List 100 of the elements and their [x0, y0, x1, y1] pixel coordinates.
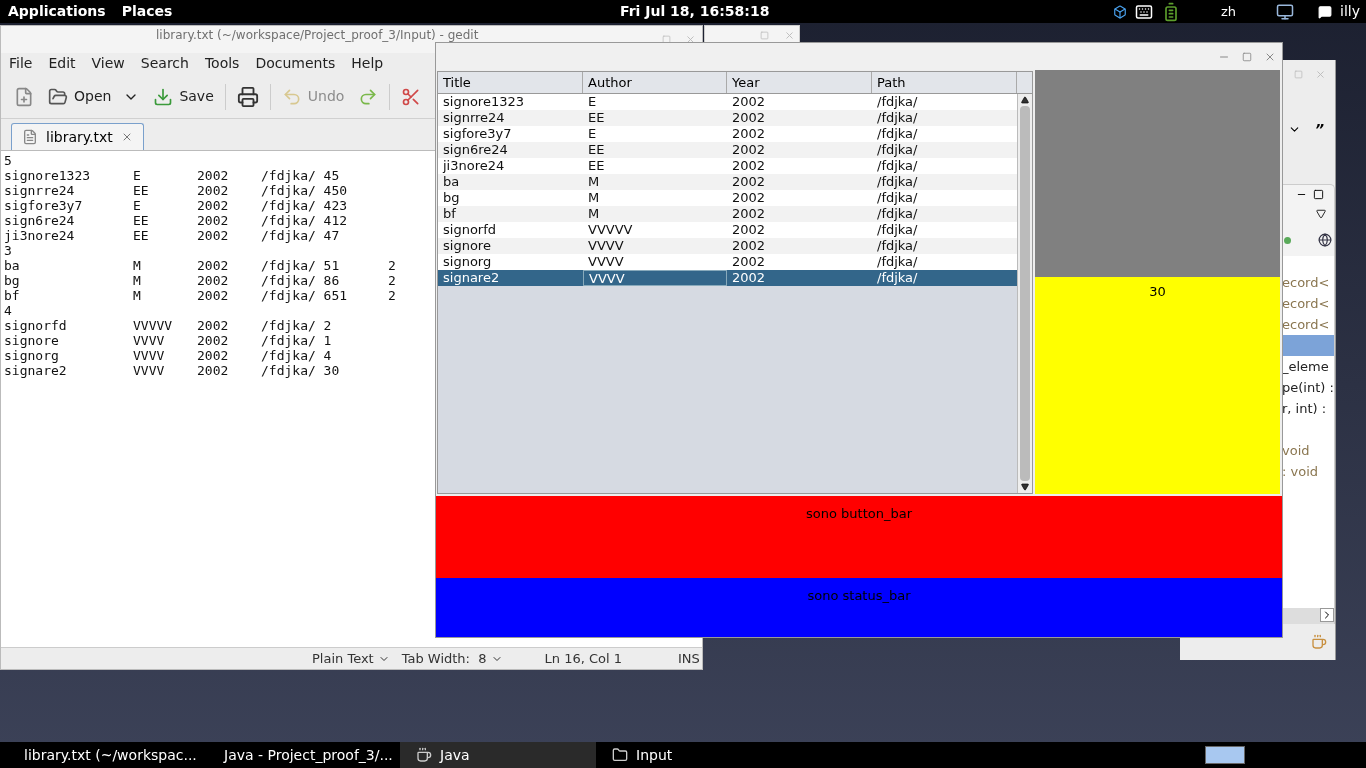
network-icon[interactable] — [1276, 2, 1295, 21]
outline-item[interactable]: ecord< — [1282, 272, 1330, 293]
table-cell-text: /fdjka/ — [876, 206, 919, 222]
tab-width-dropdown[interactable]: Tab Width: 8 — [401, 648, 503, 669]
outline-item[interactable]: ecord< — [1282, 293, 1330, 314]
table-row[interactable]: ji3nore24 EE 2002 /fdjka/ — [438, 158, 1017, 174]
taskbar-item[interactable]: Java — [400, 742, 596, 768]
column-header[interactable]: Author — [583, 72, 727, 93]
new-document-icon — [14, 86, 34, 107]
table-row[interactable]: signorfd VVVVV 2002 /fdjka/ — [438, 222, 1017, 238]
maximize-icon[interactable] — [1313, 189, 1324, 200]
column-header[interactable]: Title — [438, 72, 583, 93]
keyboard-icon[interactable] — [1134, 2, 1153, 21]
text-line: 3 — [4, 243, 12, 258]
table-cell-text: bg — [442, 190, 461, 206]
document-tab[interactable]: library.txt — [11, 123, 144, 150]
window-title: library.txt (~/workspace/Project_proof_3/Input) - gedit — [156, 28, 479, 42]
folder-icon — [48, 86, 68, 107]
taskbar-item[interactable]: Input — [596, 742, 796, 768]
overflow-mark[interactable]: ” — [1315, 118, 1325, 140]
table-cell-text: 2002 — [731, 270, 767, 286]
scroll-right-icon[interactable] — [1320, 608, 1334, 622]
menu-item[interactable]: Edit — [40, 52, 84, 74]
scroll-up-icon[interactable] — [1021, 96, 1029, 104]
outline-item[interactable]: _eleme — [1282, 356, 1329, 377]
outline-item[interactable]: r, int) : — [1282, 398, 1327, 419]
dropbox-icon[interactable] — [1112, 4, 1127, 19]
text-line: /fdjka/ 4 — [261, 348, 332, 363]
table-cell-text: VVVV — [587, 238, 625, 254]
table-row[interactable]: bg M 2002 /fdjka/ — [438, 190, 1017, 206]
text-line: /fdjka/ 2 — [261, 318, 332, 333]
outline-item[interactable]: ecord< — [1282, 314, 1330, 335]
scrollbar[interactable] — [1017, 94, 1032, 493]
taskbar-item[interactable]: Java - Project_proof_3/... — [200, 742, 400, 768]
table-cell-text: sigfore3y7 — [442, 126, 513, 142]
menu-item[interactable]: Documents — [247, 52, 344, 74]
table-row[interactable]: sigfore3y7 E 2002 /fdjka/ — [438, 126, 1017, 142]
save-icon — [153, 86, 174, 107]
workspace-switcher[interactable] — [1205, 746, 1245, 764]
panel-menu[interactable]: Places — [121, 1, 173, 22]
table-cell-text: /fdjka/ — [876, 190, 919, 206]
clock[interactable]: Fri Jul 18, 16:58:18 — [620, 1, 770, 22]
table-cell-text: /fdjka/ — [876, 174, 919, 190]
chat-icon[interactable] — [1318, 4, 1333, 19]
menu-triangle-icon[interactable] — [1316, 209, 1326, 219]
text-line: EE — [133, 228, 149, 243]
taskbar-item[interactable]: library.txt (~/workspac... — [0, 742, 200, 768]
printer-icon — [236, 85, 259, 108]
menu-item[interactable]: File — [1, 52, 41, 74]
table-row[interactable]: ba M 2002 /fdjka/ — [438, 174, 1017, 190]
table-cell-text: EE — [587, 142, 606, 158]
outline-item[interactable]: void — [1282, 440, 1310, 461]
table-row[interactable]: sign6re24 EE 2002 /fdjka/ — [438, 142, 1017, 158]
table-row[interactable]: signore VVVV 2002 /fdjka/ — [438, 238, 1017, 254]
table-row[interactable]: signare2 VVVV 2002 /fdjka/ — [438, 270, 1017, 286]
table-cell-text: VVVVV — [587, 222, 634, 238]
text-line: 2002 — [197, 333, 229, 348]
table-cell-text: signore — [442, 238, 492, 254]
text-line: 2002 — [197, 168, 229, 183]
text-line: 2 — [388, 258, 396, 273]
text-line: 2002 — [197, 363, 229, 378]
text-line: signare2 — [4, 363, 67, 378]
text-line: /fdjka/ 51 — [261, 258, 340, 273]
table-cell-text: EE — [587, 110, 606, 126]
menu-item[interactable]: Help — [343, 52, 392, 74]
table-cell-text: /fdjka/ — [876, 126, 919, 142]
table-row[interactable]: signorg VVVV 2002 /fdjka/ — [438, 254, 1017, 270]
text-line: EE — [133, 213, 149, 228]
scroll-thumb[interactable] — [1020, 106, 1030, 481]
text-line: /fdjka/ 651 — [261, 288, 348, 303]
scroll-down-icon[interactable] — [1021, 483, 1029, 491]
user-name[interactable]: illy — [1340, 1, 1360, 22]
open-button[interactable]: Open — [45, 82, 143, 111]
column-header[interactable]: Year — [727, 72, 872, 93]
table-row[interactable]: signrre24 EE 2002 /fdjka/ — [438, 110, 1017, 126]
text-line: EE — [133, 183, 149, 198]
table-cell-text: 2002 — [731, 222, 767, 238]
text-line: 2002 — [197, 318, 229, 333]
table-cell-text: signore1323 — [442, 94, 525, 110]
outline-item[interactable]: pe(int) : — [1282, 377, 1334, 398]
table-cell-text: ba — [442, 174, 461, 190]
menu-item[interactable]: Search — [132, 52, 197, 74]
text-line: E — [133, 198, 141, 213]
text-line: VVVV — [133, 363, 165, 378]
table-cell-text: signorg — [442, 254, 493, 270]
table-row[interactable]: bf M 2002 /fdjka/ — [438, 206, 1017, 222]
menu-item[interactable]: Tools — [196, 52, 248, 74]
input-method[interactable]: zh — [1220, 1, 1237, 22]
outline-item[interactable]: : void — [1282, 461, 1319, 482]
language-dropdown[interactable]: Plain Text — [312, 648, 390, 669]
column-header[interactable]: Path — [872, 72, 1017, 93]
table-row[interactable]: signore1323 E 2002 /fdjka/ — [438, 94, 1017, 110]
text-line: signorfd — [4, 318, 67, 333]
text-line: 5 — [4, 153, 12, 168]
panel-menu[interactable]: Applications — [8, 1, 106, 22]
menu-item[interactable]: View — [83, 52, 133, 74]
table-cell-text: M — [587, 174, 601, 190]
text-line: 2002 — [197, 288, 229, 303]
text-line: 2002 — [197, 198, 229, 213]
save-button[interactable]: Save — [150, 82, 217, 111]
